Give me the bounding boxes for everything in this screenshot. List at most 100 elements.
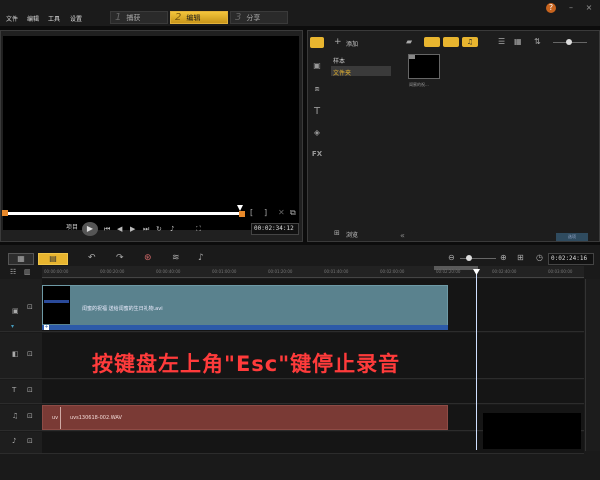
folder-item-folder[interactable]: 文件夹 — [331, 66, 391, 77]
list-view-icon[interactable]: ☰ — [498, 37, 505, 46]
ruler-tick: 00:00:40:00 — [156, 269, 181, 274]
expand-track-icon[interactable]: ▾ — [11, 323, 14, 330]
mark-in-bracket-icon[interactable]: [ — [250, 208, 253, 217]
project-mode-label[interactable]: 项目 — [66, 222, 78, 231]
instruction-overlay: 按键盘左上角"Esc"键停止录音 — [92, 352, 401, 376]
ruler-tick: 00:02:00:00 — [380, 269, 405, 274]
zoom-in-icon[interactable]: ⊕ — [500, 253, 507, 262]
menu-bar — [0, 0, 600, 26]
step-number: 1 — [115, 12, 122, 23]
music-track-header[interactable]: ♪ ⊡ — [0, 432, 42, 454]
transition-icon[interactable]: ⧈ — [310, 84, 324, 94]
sort-icon[interactable]: ⇅ — [534, 37, 541, 46]
clock-icon[interactable]: ◷ — [536, 253, 543, 262]
zoom-knob[interactable] — [466, 255, 472, 261]
copy-icon[interactable]: ⧉ — [290, 208, 296, 218]
title-track[interactable] — [42, 380, 584, 404]
graphic-icon[interactable]: ◈ — [310, 128, 324, 138]
scrubber-bar[interactable] — [4, 212, 242, 215]
lock-icon[interactable]: ⊡ — [27, 412, 33, 420]
video-track-icon: ▣ — [12, 307, 19, 315]
title-track-header[interactable]: T ⊡ — [0, 380, 42, 404]
slider-knob[interactable] — [566, 39, 572, 45]
step-number: 2 — [175, 12, 182, 23]
track-manager-icon[interactable]: ☷ — [10, 268, 16, 276]
enlarge-icon[interactable]: ⛶ — [196, 225, 201, 234]
video-badge-icon — [409, 55, 415, 59]
menu-tools[interactable]: 工具 — [48, 14, 60, 23]
end-icon[interactable]: ⏭ — [143, 225, 149, 234]
home-icon[interactable]: ⏮ — [104, 225, 110, 234]
overlay-track-icon: ◧ — [12, 350, 19, 358]
thumbnail-view-icon[interactable]: ▦ — [514, 37, 522, 46]
minimize-button[interactable]: – — [566, 3, 576, 13]
split-icon[interactable]: ✕ — [278, 208, 285, 217]
filter-fx-icon[interactable]: FX — [310, 150, 324, 160]
collapse-icon[interactable]: « — [400, 231, 405, 240]
tab-capture[interactable]: 1 捕获 — [110, 11, 168, 24]
prev-frame-icon[interactable]: ◀ — [117, 225, 122, 233]
lock-icon[interactable]: ⊡ — [27, 386, 33, 394]
timeline-view-button[interactable]: ▤ — [38, 253, 68, 265]
lock-icon[interactable]: ⊡ — [27, 350, 33, 358]
volume-icon[interactable]: ♪ — [170, 225, 174, 233]
show-video-icon[interactable] — [424, 37, 440, 47]
record-capture-icon[interactable]: ⊛ — [144, 253, 152, 263]
zoom-out-icon[interactable]: ⊖ — [448, 253, 455, 262]
ruler-tick: 00:01:00:00 — [212, 269, 237, 274]
browse-label[interactable]: 浏览 — [346, 230, 358, 239]
fit-project-icon[interactable]: ⊞ — [517, 253, 524, 262]
import-folder-icon[interactable]: ▰ — [406, 37, 412, 46]
browse-icon[interactable]: ⊞ — [334, 229, 340, 237]
preview-timecode[interactable]: 00:02:34:12 — [251, 223, 299, 235]
ripple-icon[interactable]: ▥ — [24, 268, 31, 276]
menu-edit[interactable]: 编辑 — [27, 14, 39, 23]
redo-icon[interactable]: ↷ — [116, 253, 124, 263]
folder-item-samples[interactable]: 样本 — [331, 54, 391, 65]
audio-marker-icon: + — [44, 324, 49, 330]
next-frame-icon[interactable]: ▶ — [130, 225, 135, 233]
help-button[interactable]: ? — [546, 3, 556, 13]
repeat-icon[interactable]: ↻ — [156, 225, 162, 233]
ruler-tick: 00:03:00:00 — [548, 269, 573, 274]
video-track-header[interactable]: ▣ ⊡ ▾ — [0, 279, 42, 332]
mark-out-handle[interactable] — [239, 211, 245, 217]
voice-track-header[interactable]: ♫ ⊡ — [0, 405, 42, 431]
media-icon[interactable] — [310, 37, 324, 48]
show-audio-icon[interactable]: ♫ — [462, 37, 478, 47]
lock-icon[interactable]: ⊡ — [27, 303, 33, 311]
title-track-icon: T — [12, 386, 17, 394]
lock-icon[interactable]: ⊡ — [27, 437, 33, 445]
step-label: 分享 — [246, 13, 261, 22]
timeline-scrollbar[interactable] — [585, 279, 600, 451]
tab-edit[interactable]: 2 编辑 — [170, 11, 228, 24]
ruler-tick: 00:01:40:00 — [324, 269, 349, 274]
undo-icon[interactable]: ↶ — [88, 253, 96, 263]
clip-audio-band — [42, 325, 448, 330]
sound-mixer-icon[interactable]: ≋ — [172, 253, 180, 263]
add-icon[interactable]: + — [334, 37, 342, 47]
storyboard-view-button[interactable]: ▦ — [8, 253, 34, 265]
play-button[interactable]: ▶ — [82, 222, 98, 236]
step-label: 编辑 — [186, 13, 201, 22]
video-clip-label: 闺蜜的祝福 送给闺蜜的生日礼物.avi — [82, 306, 163, 312]
mark-out-bracket-icon[interactable]: ] — [264, 208, 267, 217]
menu-file[interactable]: 文件 — [6, 14, 18, 23]
preview-screen — [3, 36, 299, 230]
options-button[interactable]: 选项 — [556, 233, 588, 241]
timeline-playhead[interactable] — [476, 270, 477, 450]
overlay-track-header[interactable]: ◧ ⊡ — [0, 333, 42, 379]
ruler-tick: 00:00:00:00 — [44, 269, 69, 274]
timeline-timecode[interactable]: 0:02:24:16 — [548, 253, 594, 265]
instant-project-icon[interactable]: ▣ — [310, 61, 324, 71]
add-folder-label[interactable]: 添加 — [346, 39, 358, 48]
tab-share[interactable]: 3 分享 — [230, 11, 288, 24]
show-photo-icon[interactable] — [443, 37, 459, 47]
mark-in-handle[interactable] — [2, 210, 8, 216]
auto-music-icon[interactable]: ♪ — [198, 253, 204, 263]
audio-clip-prefix: uv — [52, 415, 59, 421]
title-icon[interactable]: T — [310, 106, 324, 117]
close-button[interactable]: × — [584, 3, 594, 13]
mini-preview-box — [483, 413, 581, 449]
menu-settings[interactable]: 设置 — [70, 14, 82, 23]
